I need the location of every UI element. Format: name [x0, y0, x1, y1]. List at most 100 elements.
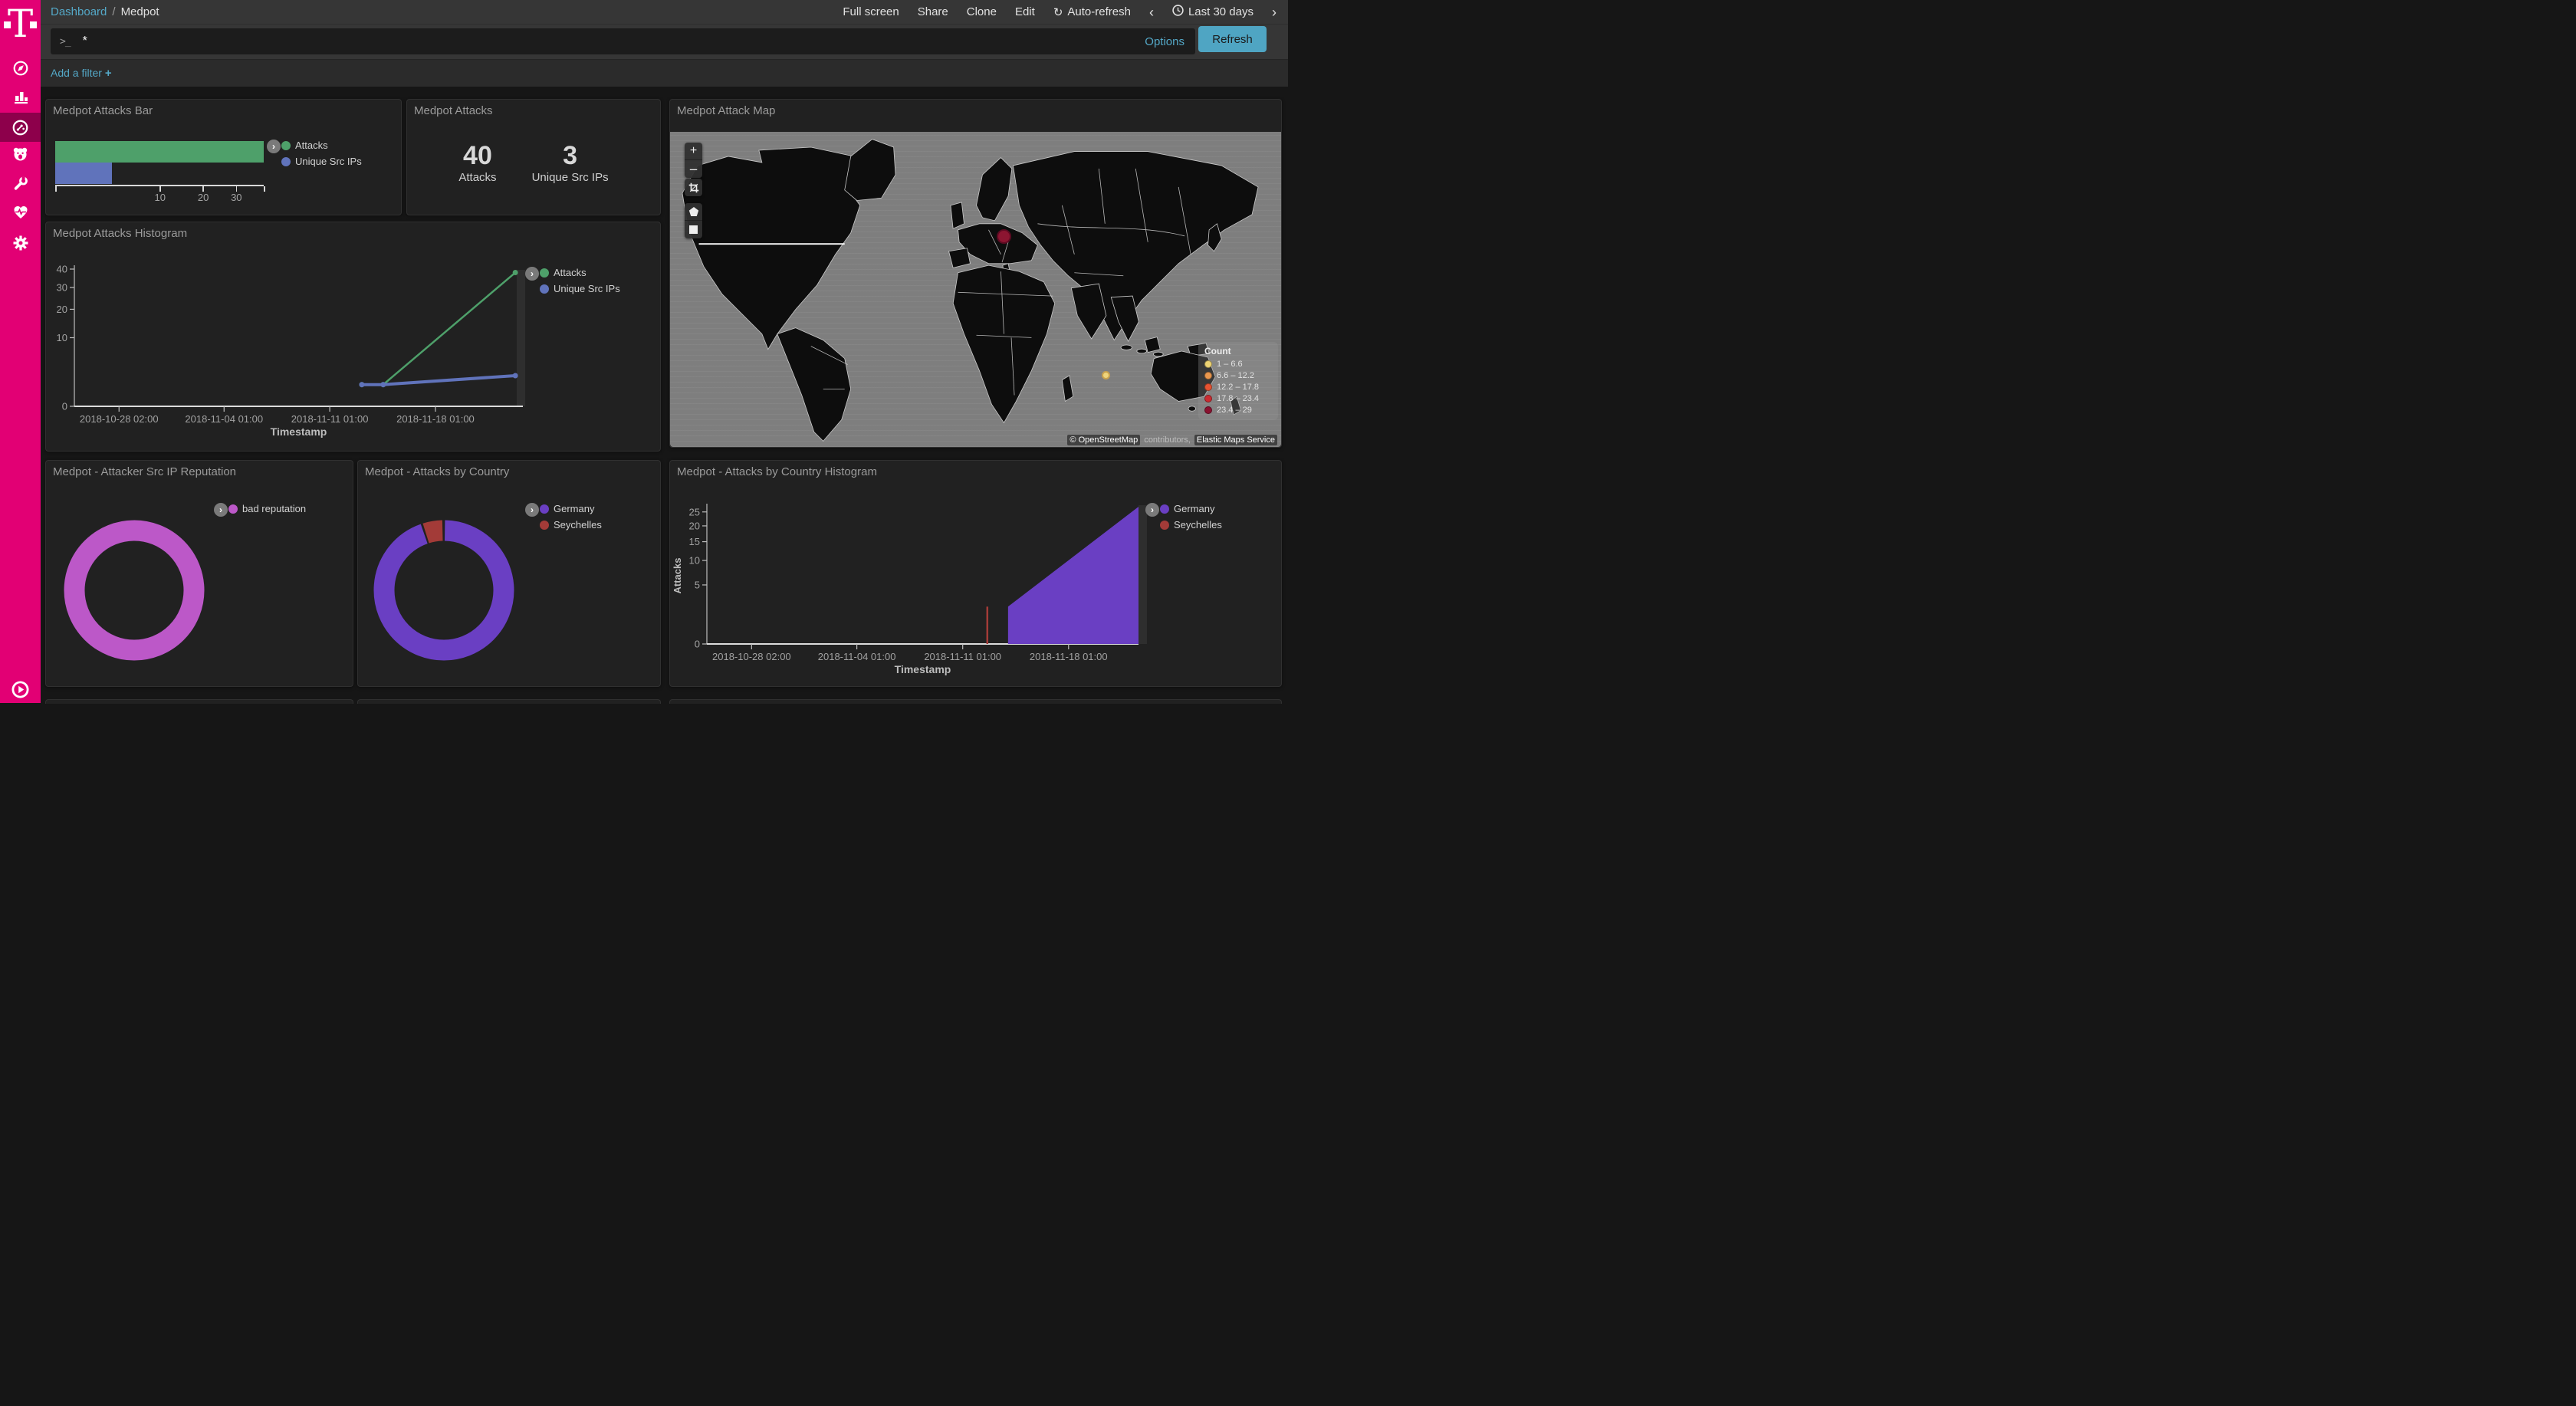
legend-item[interactable]: Germany — [540, 503, 602, 514]
chart-legend: Attacks Unique Src IPs — [540, 267, 620, 299]
clone-button[interactable]: Clone — [967, 5, 997, 18]
data-point[interactable] — [513, 373, 518, 378]
bar-unique-src-ips[interactable] — [55, 163, 112, 184]
legend-item[interactable]: bad reputation — [228, 503, 306, 514]
edit-button[interactable]: Edit — [1015, 5, 1035, 18]
donut-slice-germany[interactable] — [384, 531, 504, 650]
search-input[interactable]: >_ * Options — [51, 28, 1195, 54]
attribution-text: contributors, — [1142, 435, 1192, 445]
legend-label: Attacks — [554, 267, 586, 278]
x-axis-tick: 20 — [202, 185, 204, 192]
metric-value: 40 — [458, 142, 496, 170]
sidebar-item-monitoring[interactable] — [0, 198, 41, 227]
panel-medpot-attacks-metric: Medpot Attacks 40 Attacks 3 Unique Src I… — [406, 99, 661, 215]
legend-item[interactable]: Seychelles — [540, 519, 602, 531]
sidebar-item-dev-tools[interactable] — [0, 169, 41, 199]
refresh-button[interactable]: Refresh — [1198, 26, 1267, 52]
breadcrumb-dashboard-link[interactable]: Dashboard — [51, 5, 107, 18]
legend-label: Seychelles — [1174, 519, 1222, 531]
sidebar-collapse-button[interactable] — [12, 681, 29, 698]
next-row-panel-partial — [669, 699, 1282, 704]
sidebar-item-visualize[interactable] — [0, 82, 41, 111]
panel-attacker-src-ip-reputation: Medpot - Attacker Src IP Reputation › ba… — [45, 460, 353, 687]
map-legend-item: 6.6 – 12.2 — [1204, 371, 1272, 380]
svg-text:40: 40 — [57, 264, 67, 275]
add-filter-button[interactable]: Add a filter + — [51, 67, 112, 80]
legend-label: bad reputation — [242, 503, 306, 514]
sidebar-item-management[interactable] — [0, 228, 41, 258]
expand-legend-button[interactable]: › — [525, 267, 539, 281]
sidebar-item-dashboard[interactable] — [0, 113, 41, 142]
map-legend-dot — [1204, 372, 1212, 379]
x-axis-tick — [264, 185, 265, 192]
legend-label: Germany — [554, 503, 594, 514]
map-minus-button[interactable]: − — [685, 160, 702, 178]
legend-color-dot — [540, 284, 549, 294]
svg-text:2018-10-28 02:00: 2018-10-28 02:00 — [712, 651, 791, 662]
expand-legend-button[interactable]: › — [267, 140, 281, 153]
app-sidebar: T — [0, 0, 41, 703]
panel-medpot-attacks-bar: Medpot Attacks Bar 102030 › AttacksUniqu… — [45, 99, 402, 215]
data-point[interactable] — [359, 382, 364, 387]
legend-color-dot — [281, 157, 291, 166]
time-back-button[interactable]: ‹ — [1149, 5, 1154, 19]
legend-item[interactable]: Attacks — [281, 140, 362, 151]
panel-medpot-attacks-histogram: Medpot Attacks Histogram 0102030402018-1… — [45, 222, 661, 452]
full-screen-button[interactable]: Full screen — [843, 5, 899, 18]
svg-text:2018-10-28 02:00: 2018-10-28 02:00 — [80, 413, 159, 425]
map-pentagon-button[interactable] — [685, 203, 702, 221]
legend-label: Germany — [1174, 503, 1214, 514]
map-legend-dot — [1204, 406, 1212, 414]
legend-item[interactable]: Seychelles — [1160, 519, 1222, 531]
donut-slice-bad-reputation[interactable] — [74, 531, 194, 650]
bar-attacks[interactable] — [55, 141, 264, 163]
expand-legend-button[interactable]: › — [1145, 503, 1159, 517]
share-button[interactable]: Share — [918, 5, 948, 18]
data-point[interactable] — [513, 270, 518, 275]
current-bucket-band — [517, 270, 525, 406]
series-bar-seychelles[interactable] — [987, 606, 989, 644]
sidebar-item-timelion[interactable] — [0, 140, 41, 169]
time-forward-button[interactable]: › — [1272, 5, 1276, 19]
legend-color-dot — [540, 268, 549, 278]
svg-text:Attacks: Attacks — [672, 558, 683, 594]
data-point[interactable] — [380, 382, 386, 387]
svg-text:2018-11-11 01:00: 2018-11-11 01:00 — [924, 651, 1001, 662]
svg-text:30: 30 — [57, 281, 67, 293]
series-line-attacks[interactable] — [362, 273, 515, 385]
map-point-germany-attack-cluster[interactable] — [997, 229, 1011, 244]
map-point-seychelles-attack-point[interactable] — [1102, 371, 1110, 379]
telekom-logo[interactable]: T — [0, 6, 41, 51]
series-area-germany[interactable] — [1008, 507, 1138, 644]
page-title: Medpot — [121, 5, 159, 18]
legend-item[interactable]: Unique Src IPs — [540, 283, 620, 294]
compass-icon — [12, 60, 29, 77]
expand-legend-button[interactable]: › — [214, 503, 228, 517]
time-range-picker[interactable]: Last 30 days — [1172, 5, 1254, 19]
query-options-link[interactable]: Options — [1145, 35, 1184, 48]
attribution-link[interactable]: Elastic Maps Service — [1194, 435, 1277, 445]
legend-item[interactable]: Attacks — [540, 267, 620, 278]
query-bar: >_ * Options Refresh — [41, 24, 1288, 59]
legend-item[interactable]: Unique Src IPs — [281, 156, 362, 167]
map-plus-button[interactable]: + — [685, 143, 702, 160]
expand-legend-button[interactable]: › — [525, 503, 539, 517]
bar-chart-icon — [12, 88, 29, 105]
svg-text:20: 20 — [57, 304, 67, 315]
gauge-icon — [12, 119, 29, 136]
query-value: * — [83, 34, 1145, 48]
clock-icon — [1172, 5, 1184, 19]
metric-unique-src-ips: 3 Unique Src IPs — [532, 142, 609, 184]
map-crop-button[interactable] — [685, 179, 702, 196]
legend-color-dot — [1160, 504, 1169, 514]
sidebar-item-discover[interactable] — [0, 54, 41, 83]
world-map[interactable]: +− Count 1 – 6.66.6 – 12.212.2 – 17.817.… — [670, 132, 1281, 447]
auto-refresh-button[interactable]: ↻ Auto-refresh — [1053, 5, 1131, 19]
map-attribution: © OpenStreetMap contributors, Elastic Ma… — [1067, 435, 1277, 445]
legend-item[interactable]: Germany — [1160, 503, 1222, 514]
map-legend-dot — [1204, 383, 1212, 391]
attribution-link[interactable]: © OpenStreetMap — [1067, 435, 1140, 445]
svg-text:Timestamp: Timestamp — [271, 425, 327, 438]
map-square-button[interactable] — [685, 221, 702, 238]
world-map-tiles — [670, 132, 1281, 447]
